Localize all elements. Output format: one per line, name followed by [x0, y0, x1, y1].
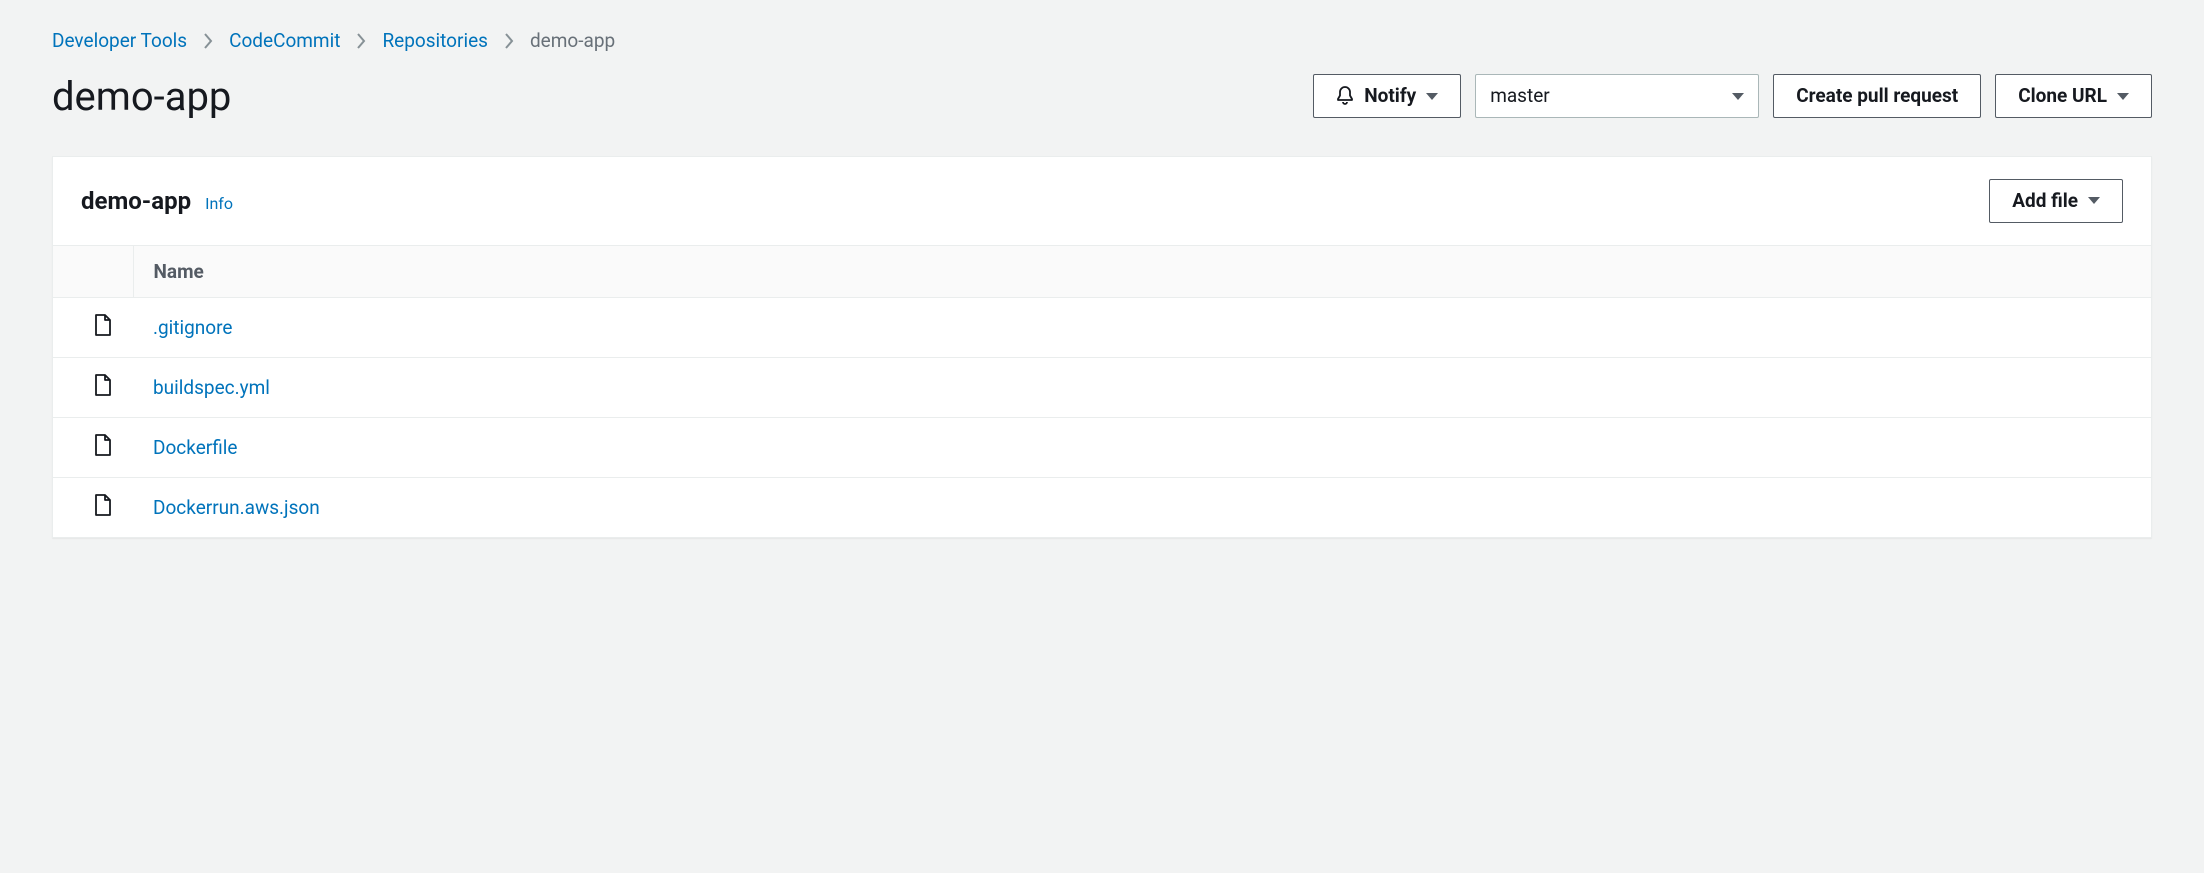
create-pull-request-label: Create pull request: [1796, 83, 1958, 110]
file-table: Name .gitignore: [53, 246, 2151, 537]
clone-url-button[interactable]: Clone URL: [1995, 74, 2152, 119]
chevron-right-icon: [203, 33, 213, 49]
caret-down-icon: [2088, 197, 2100, 204]
file-icon: [94, 314, 112, 336]
caret-down-icon: [1426, 93, 1438, 100]
add-file-label: Add file: [2012, 188, 2078, 215]
chevron-right-icon: [356, 33, 366, 49]
breadcrumb: Developer Tools CodeCommit Repositories …: [52, 28, 2152, 55]
chevron-right-icon: [504, 33, 514, 49]
table-row: Dockerfile: [53, 418, 2151, 478]
notify-button[interactable]: Notify: [1313, 74, 1461, 119]
file-icon: [94, 494, 112, 516]
file-link[interactable]: Dockerrun.aws.json: [153, 496, 320, 519]
file-icon: [94, 434, 112, 456]
repository-panel: demo-app Info Add file Name: [52, 156, 2152, 539]
create-pull-request-button[interactable]: Create pull request: [1773, 74, 1981, 119]
caret-down-icon: [2117, 93, 2129, 100]
column-header-icon: [53, 246, 133, 298]
branch-selected-value: master: [1490, 83, 1550, 110]
column-header-name: Name: [133, 246, 2151, 298]
panel-title: demo-app: [81, 187, 191, 215]
info-link[interactable]: Info: [205, 194, 233, 213]
file-link[interactable]: Dockerfile: [153, 436, 237, 459]
table-row: .gitignore: [53, 298, 2151, 358]
bell-icon: [1336, 86, 1354, 106]
clone-url-label: Clone URL: [2018, 83, 2107, 110]
add-file-button[interactable]: Add file: [1989, 179, 2123, 224]
table-row: Dockerrun.aws.json: [53, 478, 2151, 538]
breadcrumb-link-repositories[interactable]: Repositories: [382, 28, 488, 55]
page-title: demo-app: [52, 73, 231, 120]
breadcrumb-link-codecommit[interactable]: CodeCommit: [229, 28, 340, 55]
table-row: buildspec.yml: [53, 358, 2151, 418]
file-icon: [94, 374, 112, 396]
file-link[interactable]: .gitignore: [153, 316, 232, 339]
notify-label: Notify: [1364, 83, 1416, 110]
breadcrumb-current: demo-app: [530, 28, 615, 55]
header-actions: Notify master Create pull request Clone …: [1313, 74, 2152, 119]
breadcrumb-link-developer-tools[interactable]: Developer Tools: [52, 28, 187, 55]
file-link[interactable]: buildspec.yml: [153, 376, 270, 399]
caret-down-icon: [1732, 93, 1744, 100]
branch-select[interactable]: master: [1475, 74, 1759, 119]
